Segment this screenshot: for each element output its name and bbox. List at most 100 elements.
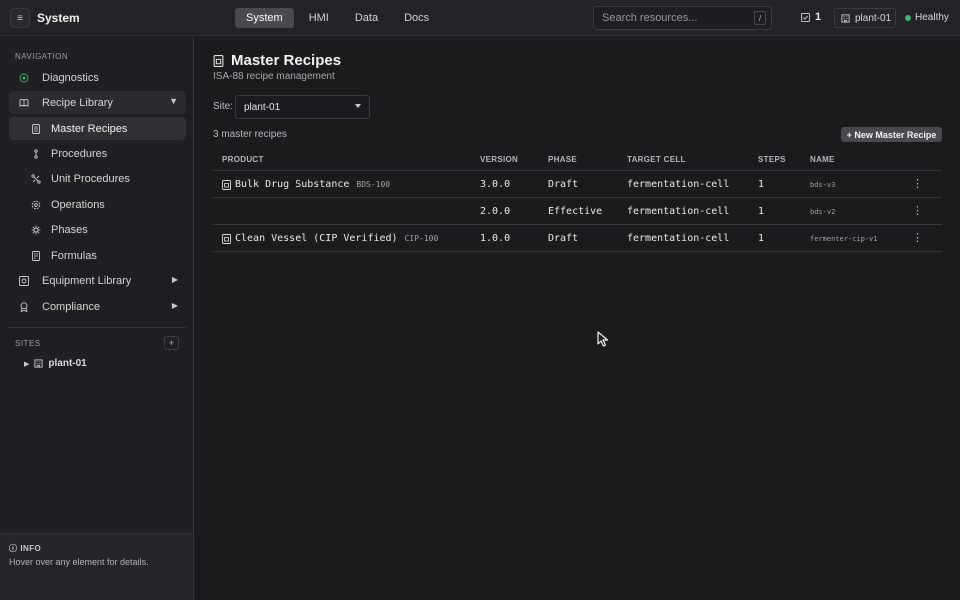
sidebar-item-procedures[interactable]: Procedures bbox=[9, 142, 186, 165]
sidebar-item-label: Equipment Library bbox=[42, 274, 132, 287]
mouse-cursor-icon bbox=[597, 331, 609, 347]
sidebar-item-label: Recipe Library bbox=[42, 96, 113, 109]
equipment-icon bbox=[18, 275, 30, 287]
name-cell: bds-v2 bbox=[810, 208, 836, 216]
search-shortcut-key: / bbox=[754, 11, 766, 25]
column-header-product[interactable]: PRODUCT bbox=[222, 155, 264, 164]
sidebar-item-operations[interactable]: Operations bbox=[9, 193, 186, 216]
sidebar-item-unit-procedures[interactable]: Unit Procedures bbox=[9, 167, 186, 190]
table-row[interactable]: 2.0.0 Effective fermentation-cell 1 bds-… bbox=[213, 198, 942, 225]
name-cell: fermenter-cip-v1 bbox=[810, 235, 878, 243]
top-bar: ≡ System System HMI Data Docs Search res… bbox=[0, 0, 960, 36]
recipe-icon bbox=[222, 233, 231, 244]
name-cell: bds-v3 bbox=[810, 181, 836, 189]
tab-system[interactable]: System bbox=[235, 8, 294, 28]
diagnostics-icon bbox=[18, 72, 30, 84]
product-code: BDS-100 bbox=[356, 180, 391, 189]
app-title: System bbox=[37, 11, 80, 25]
checkbox-icon bbox=[801, 12, 810, 22]
sidebar-item-label: Operations bbox=[51, 198, 105, 211]
sidebar-item-label: Unit Procedures bbox=[51, 172, 130, 185]
target-cell-cell: fermentation-cell bbox=[627, 233, 730, 244]
chevron-right-icon: ▶ bbox=[171, 301, 178, 310]
table-row[interactable]: Clean Vessel (CIP Verified) CIP-100 1.0.… bbox=[213, 225, 942, 252]
sidebar: NAVIGATION Diagnostics Recipe Library ▼ … bbox=[0, 37, 194, 600]
navigation-label: NAVIGATION bbox=[15, 52, 69, 61]
chevron-down-icon: ▼ bbox=[169, 96, 178, 106]
tab-hmi[interactable]: HMI bbox=[298, 8, 340, 28]
building-icon bbox=[841, 13, 850, 23]
search-placeholder: Search resources... bbox=[602, 12, 698, 24]
building-icon bbox=[34, 359, 43, 368]
steps-cell: 1 bbox=[758, 233, 765, 244]
kebab-menu-icon[interactable]: ⋮ bbox=[912, 205, 923, 217]
sidebar-item-formulas[interactable]: Formulas bbox=[9, 244, 186, 267]
sidebar-item-label: Phases bbox=[51, 223, 88, 236]
phase-cell: Effective bbox=[548, 206, 603, 217]
health-label: Healthy bbox=[915, 12, 949, 23]
chevron-right-icon: ▶ bbox=[24, 360, 30, 368]
site-filter-label: Site: bbox=[213, 101, 234, 112]
page-subtitle: ISA-88 recipe management bbox=[213, 71, 335, 82]
column-header-version[interactable]: VERSION bbox=[480, 155, 518, 164]
steps-cell: 1 bbox=[758, 179, 765, 190]
main-content: Master Recipes ISA-88 recipe management … bbox=[195, 37, 960, 600]
phase-cell: Draft bbox=[548, 179, 579, 190]
phases-icon bbox=[30, 224, 42, 236]
master-recipes-table: PRODUCT VERSION PHASE TARGET CELL STEPS … bbox=[213, 151, 942, 252]
info-icon: ⓘ bbox=[9, 544, 18, 553]
sidebar-item-compliance[interactable]: Compliance ▶ bbox=[9, 295, 186, 318]
info-title-label: INFO bbox=[20, 544, 42, 553]
book-icon bbox=[18, 97, 30, 109]
recipe-count: 3 master recipes bbox=[213, 129, 287, 140]
recipe-icon bbox=[213, 54, 224, 67]
version-cell: 3.0.0 bbox=[480, 179, 511, 190]
target-cell-cell: fermentation-cell bbox=[627, 179, 730, 190]
table-row[interactable]: Bulk Drug Substance BDS-100 3.0.0 Draft … bbox=[213, 171, 942, 198]
steps-cell: 1 bbox=[758, 206, 765, 217]
site-tree-label: plant-01 bbox=[48, 358, 87, 369]
sites-label: SITES bbox=[15, 339, 41, 348]
sidebar-item-phases[interactable]: Phases bbox=[9, 218, 186, 241]
column-header-steps[interactable]: STEPS bbox=[758, 155, 786, 164]
version-cell: 1.0.0 bbox=[480, 233, 511, 244]
recipe-icon bbox=[222, 179, 231, 190]
tasks-indicator[interactable]: 1 bbox=[801, 11, 821, 23]
product-code: CIP-100 bbox=[404, 234, 439, 243]
tab-data[interactable]: Data bbox=[344, 8, 389, 28]
site-tree-item[interactable]: ▶ plant-01 bbox=[24, 358, 87, 369]
kebab-menu-icon[interactable]: ⋮ bbox=[912, 178, 923, 190]
site-selector-chip[interactable]: plant-01 bbox=[834, 8, 896, 28]
tab-docs[interactable]: Docs bbox=[393, 8, 440, 28]
product-name: Clean Vessel (CIP Verified) bbox=[235, 233, 398, 244]
info-text: Hover over any element for details. bbox=[9, 557, 149, 567]
hamburger-icon[interactable]: ≡ bbox=[10, 8, 30, 28]
product-cell: Clean Vessel (CIP Verified) CIP-100 bbox=[222, 233, 438, 244]
sidebar-item-equipment-library[interactable]: Equipment Library ▶ bbox=[9, 269, 186, 292]
column-header-phase[interactable]: PHASE bbox=[548, 155, 577, 164]
site-chip-label: plant-01 bbox=[855, 12, 892, 24]
target-cell-cell: fermentation-cell bbox=[627, 206, 730, 217]
sidebar-item-recipe-library[interactable]: Recipe Library ▼ bbox=[9, 91, 186, 114]
table-header: PRODUCT VERSION PHASE TARGET CELL STEPS … bbox=[213, 151, 942, 171]
task-count: 1 bbox=[815, 11, 822, 23]
info-title: ⓘ INFO bbox=[9, 543, 41, 554]
sidebar-item-master-recipes[interactable]: Master Recipes bbox=[9, 117, 186, 140]
column-header-name[interactable]: NAME bbox=[810, 155, 835, 164]
site-select[interactable]: plant-01 bbox=[235, 95, 370, 119]
column-header-target-cell[interactable]: TARGET CELL bbox=[627, 155, 686, 164]
kebab-menu-icon[interactable]: ⋮ bbox=[912, 232, 923, 244]
sidebar-item-label: Formulas bbox=[51, 249, 97, 262]
product-name: Bulk Drug Substance bbox=[235, 179, 350, 190]
new-master-recipe-button[interactable]: + New Master Recipe bbox=[841, 127, 942, 142]
recipe-icon bbox=[30, 123, 42, 135]
search-input[interactable]: Search resources... / bbox=[593, 6, 772, 30]
formulas-icon bbox=[30, 250, 42, 262]
page-title-text: Master Recipes bbox=[231, 52, 342, 69]
add-site-button[interactable]: + bbox=[164, 336, 179, 350]
sidebar-item-label: Procedures bbox=[51, 147, 108, 160]
sidebar-item-label: Compliance bbox=[42, 300, 101, 313]
sidebar-item-label: Master Recipes bbox=[51, 122, 128, 135]
sidebar-item-diagnostics[interactable]: Diagnostics bbox=[9, 66, 186, 89]
page-title: Master Recipes bbox=[213, 52, 341, 69]
